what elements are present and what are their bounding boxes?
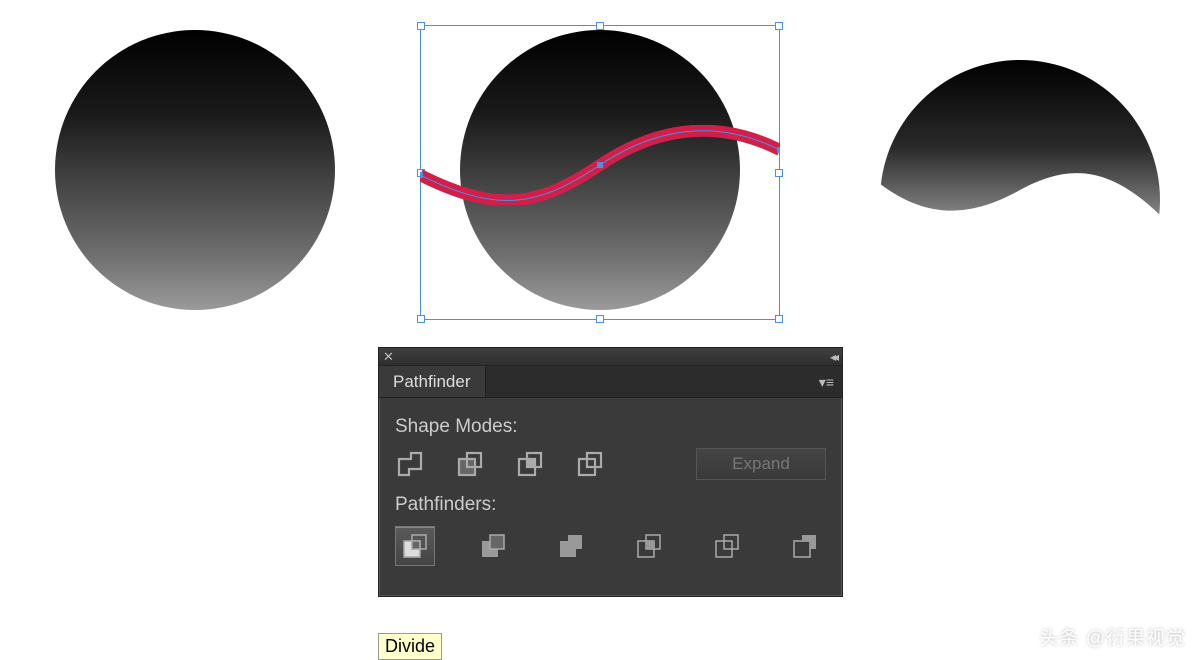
collapse-icon[interactable]: ◂◂ xyxy=(830,350,836,364)
resize-handle[interactable] xyxy=(596,315,604,323)
panel-tabbar: Pathfinder ▾≡ xyxy=(379,366,842,398)
gradient-circle-1[interactable] xyxy=(55,30,335,310)
exclude-button[interactable] xyxy=(575,449,605,479)
wave-path[interactable] xyxy=(420,125,780,205)
unite-button[interactable] xyxy=(395,449,425,479)
tooltip: Divide xyxy=(378,633,442,660)
watermark: 头条 @衍果视觉 xyxy=(1039,623,1186,650)
minus-back-button[interactable] xyxy=(785,526,825,566)
expand-button: Expand xyxy=(696,448,826,480)
resize-handle[interactable] xyxy=(775,22,783,30)
merge-button[interactable] xyxy=(551,526,591,566)
tab-pathfinder[interactable]: Pathfinder xyxy=(379,366,486,397)
resize-handle[interactable] xyxy=(596,22,604,30)
pathfinder-panel[interactable]: ✕ ◂◂ Pathfinder ▾≡ Shape Modes: Expand P… xyxy=(378,347,843,597)
minus-front-button[interactable] xyxy=(455,449,485,479)
pathfinders-label: Pathfinders: xyxy=(395,494,826,516)
crop-button[interactable] xyxy=(629,526,669,566)
illustrator-canvas[interactable] xyxy=(0,10,1200,340)
trim-button[interactable] xyxy=(473,526,513,566)
close-icon[interactable]: ✕ xyxy=(383,349,394,365)
resize-handle[interactable] xyxy=(417,315,425,323)
intersect-button[interactable] xyxy=(515,449,545,479)
panel-menu-icon[interactable]: ▾≡ xyxy=(819,374,834,391)
resize-handle[interactable] xyxy=(417,22,425,30)
divide-button[interactable] xyxy=(395,526,435,566)
panel-topbar[interactable]: ✕ ◂◂ xyxy=(379,348,842,366)
resize-handle[interactable] xyxy=(775,315,783,323)
divided-result-shape[interactable] xyxy=(875,60,1165,220)
shape-modes-label: Shape Modes: xyxy=(395,416,826,438)
outline-button[interactable] xyxy=(707,526,747,566)
